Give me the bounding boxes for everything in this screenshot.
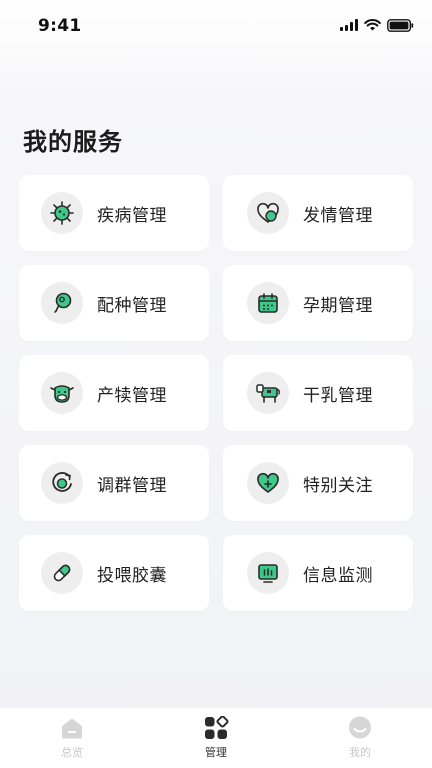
monitor-icon (247, 552, 289, 594)
capsule-icon (41, 552, 83, 594)
service-label: 发情管理 (303, 205, 373, 226)
service-label: 特别关注 (303, 475, 373, 496)
service-grid: 疾病管理 发情管理 配种管理 孕期管理 产犊管理 干乳管理 调群管理 特别关注 … (19, 175, 413, 611)
virus-icon (41, 192, 83, 234)
screen: 9:41 我的服务 疾病管理 发情管理 配种管理 孕期管理 产犊管理 干乳管理 … (0, 0, 432, 768)
service-card-monitor[interactable]: 信息监测 (223, 535, 413, 611)
calendar-icon (247, 282, 289, 324)
calf-face-icon (41, 372, 83, 414)
tab-label: 总览 (61, 746, 83, 759)
service-label: 调群管理 (97, 475, 167, 496)
tab-label: 我的 (349, 746, 371, 759)
tab-profile[interactable]: 我的 (288, 708, 432, 768)
profile-icon (349, 716, 371, 739)
regroup-icon (41, 462, 83, 504)
service-card-calving[interactable]: 产犊管理 (19, 355, 209, 431)
service-card-capsule[interactable]: 投喂胶囊 (19, 535, 209, 611)
service-card-regroup[interactable]: 调群管理 (19, 445, 209, 521)
section-title: 我的服务 (23, 128, 123, 156)
service-label: 疾病管理 (97, 205, 167, 226)
service-label: 投喂胶囊 (97, 565, 167, 586)
grid-icon (205, 716, 229, 739)
tab-label: 管理 (205, 746, 227, 759)
service-card-estrus[interactable]: 发情管理 (223, 175, 413, 251)
service-card-disease[interactable]: 疾病管理 (19, 175, 209, 251)
tab-overview[interactable]: 总览 (0, 708, 144, 768)
wifi-icon (364, 19, 381, 31)
status-time: 9:41 (38, 16, 82, 36)
service-card-attention[interactable]: 特别关注 (223, 445, 413, 521)
service-label: 信息监测 (303, 565, 373, 586)
tab-bar: 总览 管理 我的 (0, 708, 432, 768)
status-icons (340, 17, 414, 33)
status-bar: 9:41 (0, 0, 432, 50)
sperm-icon (41, 282, 83, 324)
service-card-breeding[interactable]: 配种管理 (19, 265, 209, 341)
service-label: 干乳管理 (303, 385, 373, 406)
service-card-pregnancy[interactable]: 孕期管理 (223, 265, 413, 341)
service-label: 配种管理 (97, 295, 167, 316)
tab-manage[interactable]: 管理 (144, 708, 288, 768)
home-icon (62, 718, 82, 739)
cow-icon (247, 372, 289, 414)
signal-icon (340, 19, 358, 31)
battery-icon (387, 18, 414, 32)
service-label: 产犊管理 (97, 385, 167, 406)
heart-head-icon (247, 192, 289, 234)
service-card-dry-off[interactable]: 干乳管理 (223, 355, 413, 431)
service-label: 孕期管理 (303, 295, 373, 316)
heart-plus-icon (247, 462, 289, 504)
